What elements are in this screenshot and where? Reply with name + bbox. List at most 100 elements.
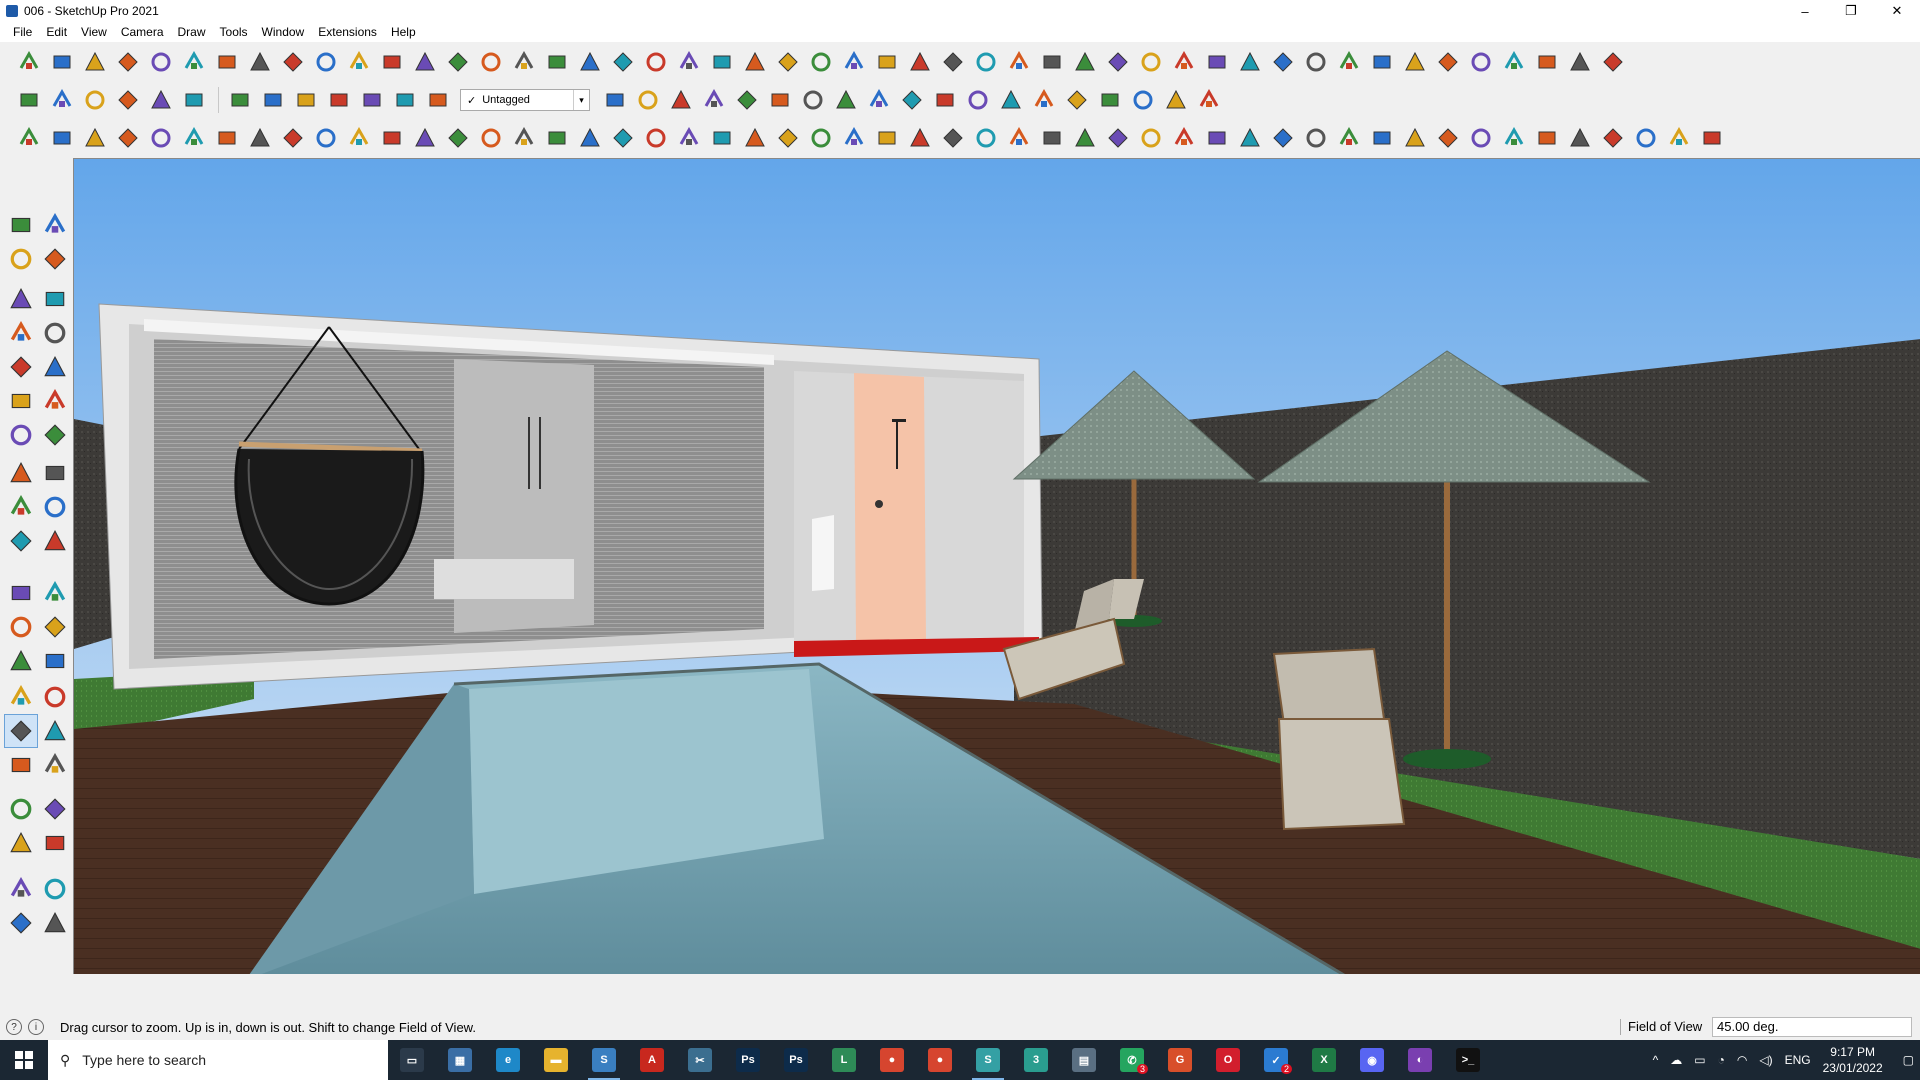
tray-chevron-icon[interactable]: ^ bbox=[1653, 1053, 1659, 1067]
axes-2-tool-icon[interactable] bbox=[38, 610, 72, 644]
position-camera-2-tool-icon[interactable] bbox=[4, 792, 38, 826]
top-view-icon[interactable] bbox=[47, 85, 77, 115]
move-orange-3-icon[interactable] bbox=[390, 85, 420, 115]
entity-info-icon[interactable] bbox=[1565, 47, 1595, 77]
shadows-vis-icon[interactable] bbox=[1194, 85, 1224, 115]
sun-icon[interactable] bbox=[1161, 85, 1191, 115]
position-camera-icon[interactable] bbox=[1301, 47, 1331, 77]
sandbox-2-tool-icon[interactable] bbox=[38, 872, 72, 906]
push-pull-icon[interactable] bbox=[311, 47, 341, 77]
zoom-icon[interactable] bbox=[1169, 47, 1199, 77]
line-tool-icon[interactable] bbox=[4, 282, 38, 316]
unfold-icon[interactable] bbox=[773, 123, 803, 153]
cap-icon[interactable] bbox=[1037, 123, 1067, 153]
zoom-extents-icon[interactable] bbox=[1202, 47, 1232, 77]
smoove-icon[interactable] bbox=[575, 47, 605, 77]
styles-icon[interactable] bbox=[1334, 47, 1364, 77]
sketchup-layout-icon[interactable]: L bbox=[820, 1040, 868, 1080]
arc-3-tool-icon[interactable] bbox=[4, 384, 38, 418]
shadows-icon[interactable] bbox=[1367, 47, 1397, 77]
mirror-icon[interactable] bbox=[641, 123, 671, 153]
texture-vis-icon[interactable] bbox=[1095, 85, 1125, 115]
sketchup-app-icon[interactable]: S bbox=[580, 1040, 628, 1080]
bend-icon[interactable] bbox=[1301, 123, 1331, 153]
app-3-icon[interactable]: 3 bbox=[1012, 1040, 1060, 1080]
arc-3pt-tool-icon[interactable] bbox=[4, 418, 38, 452]
dimension-2-tool-icon[interactable] bbox=[4, 644, 38, 678]
tag-dropdown[interactable]: ✓ Untagged ▾ bbox=[460, 89, 590, 111]
sketchup-style-icon[interactable]: S bbox=[964, 1040, 1012, 1080]
taper-icon[interactable] bbox=[1235, 123, 1265, 153]
move-orange-2-icon[interactable] bbox=[357, 85, 387, 115]
chrome-browser-2-icon[interactable]: ● bbox=[916, 1040, 964, 1080]
groups-icon[interactable] bbox=[1029, 85, 1059, 115]
skin-icon[interactable] bbox=[1070, 123, 1100, 153]
move-green-icon[interactable] bbox=[324, 85, 354, 115]
polyline-icon[interactable] bbox=[179, 123, 209, 153]
section-cut-icon[interactable] bbox=[443, 47, 473, 77]
rectangle-2-icon[interactable] bbox=[1598, 123, 1628, 153]
fog-icon[interactable] bbox=[1400, 47, 1430, 77]
shaded-textures-icon[interactable] bbox=[765, 85, 795, 115]
polygon-2-icon[interactable] bbox=[1664, 123, 1694, 153]
move-magenta-icon[interactable] bbox=[423, 85, 453, 115]
section-plane-2-tool-icon[interactable] bbox=[38, 826, 72, 860]
move-2-tool-icon[interactable] bbox=[4, 456, 38, 490]
spherify-icon[interactable] bbox=[1433, 123, 1463, 153]
section-plane-icon[interactable] bbox=[377, 47, 407, 77]
back-view-icon[interactable] bbox=[146, 85, 176, 115]
close-button[interactable]: ✕ bbox=[1874, 0, 1920, 22]
eraser-2-tool-icon[interactable] bbox=[38, 242, 72, 276]
project-icon[interactable] bbox=[806, 123, 836, 153]
tag-tool-icon[interactable] bbox=[1499, 123, 1529, 153]
maximize-button[interactable]: ❐ bbox=[1828, 0, 1874, 22]
tape-tool-icon[interactable] bbox=[4, 576, 38, 610]
spline-icon[interactable] bbox=[146, 123, 176, 153]
menu-camera[interactable]: Camera bbox=[114, 22, 171, 42]
discord-app-icon[interactable]: ◉ bbox=[1348, 1040, 1396, 1080]
menu-draw[interactable]: Draw bbox=[171, 22, 213, 42]
move-icon[interactable] bbox=[707, 47, 737, 77]
menu-window[interactable]: Window bbox=[255, 22, 312, 42]
text-icon[interactable] bbox=[971, 47, 1001, 77]
start-button[interactable] bbox=[0, 1040, 48, 1080]
follow-me-2-tool-icon[interactable] bbox=[38, 490, 72, 524]
thicken-icon[interactable] bbox=[872, 123, 902, 153]
zoom-2-tool-icon[interactable] bbox=[4, 714, 38, 748]
scale-icon[interactable] bbox=[773, 47, 803, 77]
acrobat-app-icon[interactable]: A bbox=[628, 1040, 676, 1080]
minimize-button[interactable]: – bbox=[1782, 0, 1828, 22]
bulge-icon[interactable] bbox=[1334, 123, 1364, 153]
sandbox-1-tool-icon[interactable] bbox=[4, 872, 38, 906]
shell-icon[interactable] bbox=[839, 123, 869, 153]
file-explorer-icon[interactable]: ▬ bbox=[532, 1040, 580, 1080]
paint-brush-icon[interactable] bbox=[1532, 123, 1562, 153]
wifi-icon[interactable]: ◠ bbox=[1737, 1053, 1747, 1067]
opera-browser-icon[interactable]: O bbox=[1204, 1040, 1252, 1080]
sandbox-3-tool-icon[interactable] bbox=[4, 906, 38, 940]
menu-file[interactable]: File bbox=[6, 22, 39, 42]
left-view-icon[interactable] bbox=[179, 85, 209, 115]
loft-icon[interactable] bbox=[938, 123, 968, 153]
fillet-icon[interactable] bbox=[344, 123, 374, 153]
clock[interactable]: 9:17 PM 23/01/2022 bbox=[1823, 1044, 1883, 1076]
menu-tools[interactable]: Tools bbox=[213, 22, 255, 42]
shear-icon[interactable] bbox=[1367, 123, 1397, 153]
guides-icon[interactable] bbox=[996, 85, 1026, 115]
sweep-icon[interactable] bbox=[971, 123, 1001, 153]
soft-edges-icon[interactable] bbox=[930, 85, 960, 115]
dimension-icon[interactable] bbox=[938, 47, 968, 77]
language-indicator[interactable]: ENG bbox=[1785, 1053, 1811, 1067]
walk-icon[interactable] bbox=[1235, 47, 1265, 77]
solid-trim-icon[interactable] bbox=[212, 47, 242, 77]
subdivide-icon[interactable] bbox=[1136, 123, 1166, 153]
outliner-icon[interactable] bbox=[1499, 47, 1529, 77]
rotate-2-tool-icon[interactable] bbox=[4, 490, 38, 524]
info-icon[interactable]: i bbox=[28, 1019, 44, 1035]
stamp-icon[interactable] bbox=[476, 47, 506, 77]
circle-tool-icon[interactable] bbox=[4, 350, 38, 384]
linear-array-icon[interactable] bbox=[575, 123, 605, 153]
arc-2pt-tool-icon[interactable] bbox=[38, 384, 72, 418]
excel-app-icon[interactable]: X bbox=[1300, 1040, 1348, 1080]
push-pull-2-tool-icon[interactable] bbox=[38, 456, 72, 490]
